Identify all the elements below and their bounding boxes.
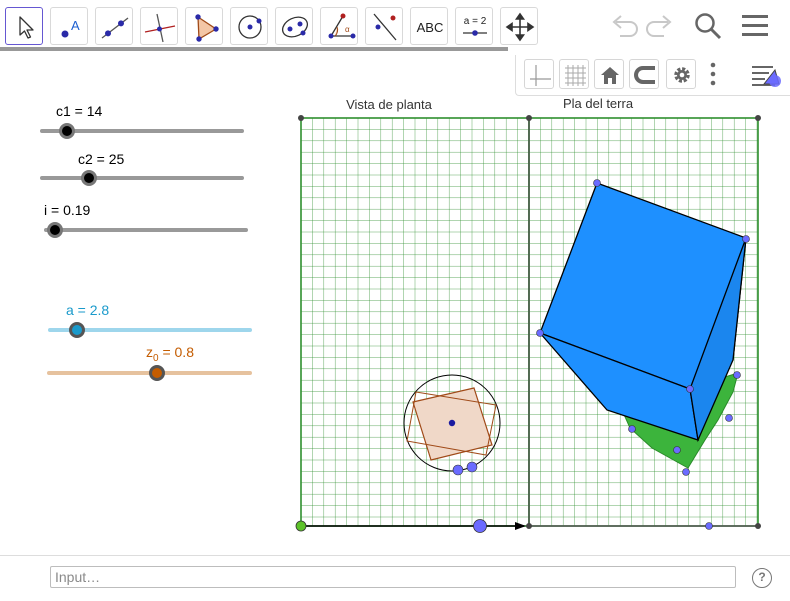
frame-corner-point[interactable] [526,523,532,529]
plan-view-grid [301,118,529,526]
ground-line-arrow [515,522,526,530]
cube-vertex-4[interactable] [686,385,694,393]
graphics-view[interactable]: Vista de planta Pla del terra [0,0,790,555]
origin-point[interactable] [295,520,307,532]
ground-line-point[interactable] [473,519,487,533]
cube-vertex-1[interactable] [593,179,601,187]
shadow-vertex-4[interactable] [673,446,681,454]
plan-center-point[interactable] [448,419,456,427]
ground-plane-figure [536,179,750,476]
shadow-vertex-1[interactable] [733,371,741,379]
ground-plane-title: Pla del terra [563,96,634,111]
frame-corner-point[interactable] [755,115,761,121]
shadow-vertex-3[interactable] [628,425,636,433]
plan-point-1[interactable] [452,464,464,476]
plan-point-2[interactable] [466,461,478,473]
cube-vertex-3[interactable] [536,329,544,337]
ground-plane-point[interactable] [705,522,713,530]
shadow-vertex-2[interactable] [725,414,733,422]
frame-corner-point[interactable] [298,115,304,121]
shadow-vertex-5[interactable] [682,468,690,476]
help-icon[interactable]: ? [752,568,772,588]
plan-view-title: Vista de planta [346,97,433,112]
frame-corner-point[interactable] [526,115,532,121]
frame-corner-point[interactable] [755,523,761,529]
algebra-input-bar: ? [0,555,790,601]
cube-vertex-2[interactable] [742,235,750,243]
algebra-input-field[interactable] [50,566,736,588]
